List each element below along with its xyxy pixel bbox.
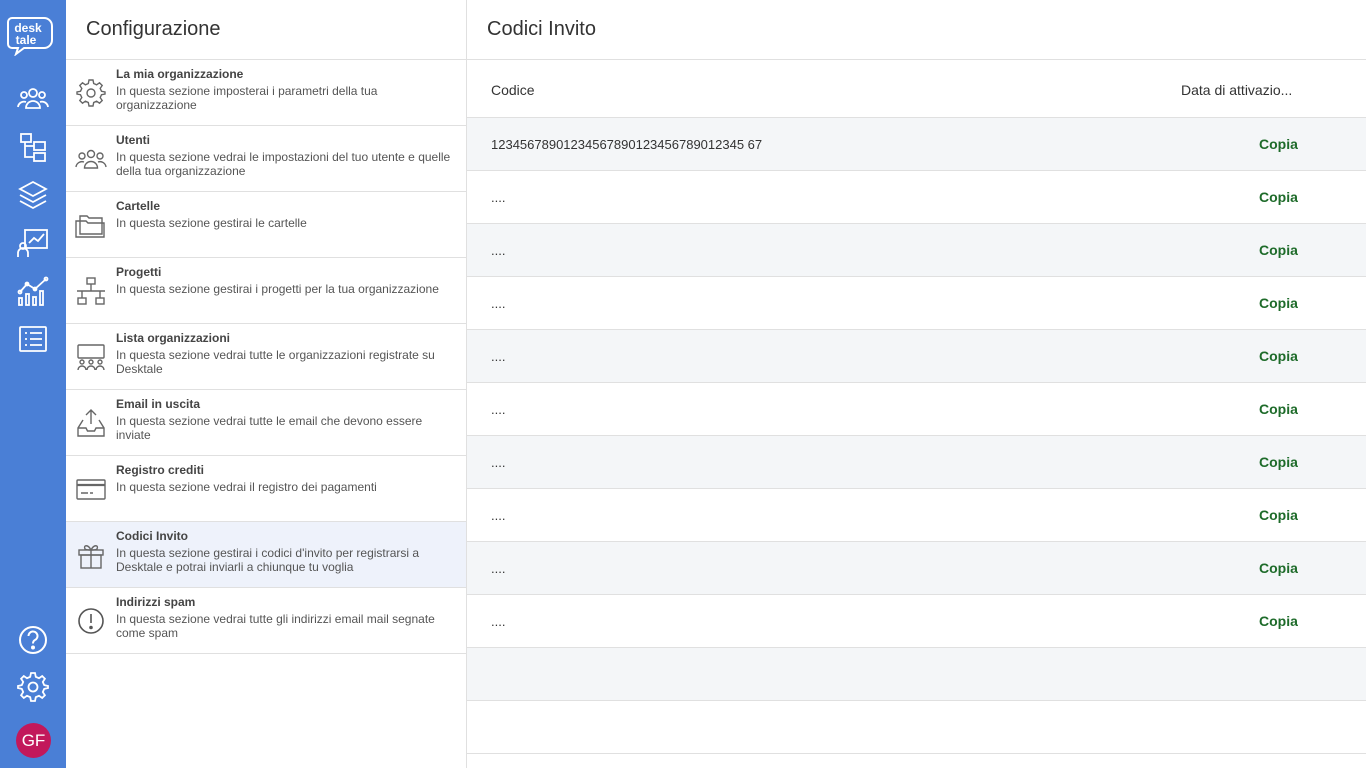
table-row: .... Copia: [467, 277, 1366, 330]
hierarchy-icon: [75, 275, 107, 307]
invite-code: ....: [491, 455, 506, 470]
column-header-code[interactable]: Codice: [491, 82, 535, 98]
page-title: Codici Invito: [467, 0, 1366, 60]
cfg-desc: In questa sezione vedrai tutte gli indir…: [116, 612, 435, 640]
folder-tree-icon: [20, 133, 46, 162]
copy-button[interactable]: Copia: [1259, 242, 1298, 258]
list-icon: [19, 326, 47, 352]
cfg-item-credit-register[interactable]: Registro crediti In questa sezione vedra…: [66, 456, 466, 522]
copy-button[interactable]: Copia: [1259, 613, 1298, 629]
cfg-item-folders[interactable]: Cartelle In questa sezione gestirai le c…: [66, 192, 466, 258]
cfg-item-projects[interactable]: Progetti In questa sezione gestirai i pr…: [66, 258, 466, 324]
alert-circle-icon: [75, 605, 107, 637]
cfg-title: Registro crediti: [116, 463, 205, 477]
invite-code: ....: [491, 508, 506, 523]
settings-button[interactable]: [15, 669, 51, 705]
panel-title: Configurazione: [66, 0, 466, 60]
copy-button[interactable]: Copia: [1259, 136, 1298, 152]
cfg-title: Cartelle: [116, 199, 161, 213]
cfg-desc: In questa sezione vedrai tutte le organi…: [116, 348, 435, 376]
cfg-title: Lista organizzazioni: [116, 331, 231, 345]
organizations-icon: [75, 341, 107, 373]
users-icon: [17, 88, 49, 109]
cfg-item-spam-addresses[interactable]: Indirizzi spam In questa sezione vedrai …: [66, 588, 466, 654]
cfg-desc: In questa sezione gestirai le cartelle: [116, 216, 307, 230]
user-avatar[interactable]: GF: [16, 723, 51, 758]
cfg-desc: In questa sezione imposterai i parametri…: [116, 84, 378, 112]
copy-button[interactable]: Copia: [1259, 454, 1298, 470]
invite-code: ....: [491, 296, 506, 311]
table-header: Codice Data di attivazio...: [467, 60, 1366, 118]
cfg-title: Progetti: [116, 265, 162, 279]
copy-button[interactable]: Copia: [1259, 295, 1298, 311]
table-row: .... Copia: [467, 542, 1366, 595]
gear-icon: [75, 77, 107, 109]
cfg-title: Utenti: [116, 133, 150, 147]
table-row: .... Copia: [467, 171, 1366, 224]
nav-list[interactable]: [15, 321, 51, 357]
cfg-title: Codici Invito: [116, 529, 188, 543]
nav-analytics[interactable]: [15, 273, 51, 309]
invite-code: ....: [491, 561, 506, 576]
table-row: .... Copia: [467, 489, 1366, 542]
layers-icon: [18, 180, 48, 210]
cfg-title: Indirizzi spam: [116, 595, 196, 609]
table-row: .... Copia: [467, 436, 1366, 489]
invite-code: ....: [491, 614, 506, 629]
table-row: .... Copia: [467, 224, 1366, 277]
cfg-item-organizations-list[interactable]: Lista organizzazioni In questa sezione v…: [66, 324, 466, 390]
table-row: .... Copia: [467, 383, 1366, 436]
column-header-activation-date[interactable]: Data di attivazio...: [1181, 82, 1292, 98]
help-button[interactable]: [15, 622, 51, 658]
cfg-item-users[interactable]: Utenti In questa sezione vedrai le impos…: [66, 126, 466, 192]
invite-code: ....: [491, 243, 506, 258]
cfg-desc: In questa sezione vedrai tutte le email …: [116, 414, 423, 442]
table-row: .... Copia: [467, 595, 1366, 648]
nav-layers[interactable]: [15, 177, 51, 213]
invite-code: ....: [491, 402, 506, 417]
help-icon: [19, 626, 47, 654]
outbox-icon: [75, 407, 107, 439]
cfg-item-invite-codes[interactable]: Codici Invito In questa sezione gestirai…: [66, 522, 466, 588]
cfg-item-organization[interactable]: La mia organizzazione In questa sezione …: [66, 60, 466, 126]
presentation-chart-icon: [17, 229, 48, 257]
cfg-item-outgoing-email[interactable]: Email in uscita In questa sezione vedrai…: [66, 390, 466, 456]
cfg-title: La mia organizzazione: [116, 67, 244, 81]
cfg-title: Email in uscita: [116, 397, 201, 411]
desktale-logo[interactable]: desk tale: [6, 14, 56, 57]
copy-button[interactable]: Copia: [1259, 189, 1298, 205]
nav-users[interactable]: [15, 81, 51, 117]
copy-button[interactable]: Copia: [1259, 401, 1298, 417]
invite-code: ....: [491, 349, 506, 364]
gift-icon: [75, 539, 107, 571]
copy-button[interactable]: Copia: [1259, 348, 1298, 364]
credit-card-icon: [75, 473, 107, 505]
copy-button[interactable]: Copia: [1259, 560, 1298, 576]
main-content: Codici Invito Codice Data di attivazio..…: [467, 0, 1366, 768]
logo-text-tale: tale: [16, 33, 37, 47]
cfg-desc: In questa sezione vedrai il registro dei…: [116, 480, 377, 494]
cfg-desc: In questa sezione gestirai i codici d'in…: [116, 546, 420, 574]
app-rail: desk tale GF: [0, 0, 66, 768]
table-row-empty: [467, 648, 1366, 701]
copy-button[interactable]: Copia: [1259, 507, 1298, 523]
cfg-desc: In questa sezione vedrai le impostazioni…: [116, 150, 451, 178]
cfg-desc: In questa sezione gestirai i progetti pe…: [116, 282, 439, 296]
folder-icon: [75, 209, 107, 241]
users-icon: [75, 143, 107, 175]
invite-code: 12345678901234567890123456789012345 67: [491, 137, 763, 152]
invite-code: ....: [491, 190, 506, 205]
table-row: .... Copia: [467, 330, 1366, 383]
nav-presentation[interactable]: [15, 225, 51, 261]
config-panel: Configurazione La mia organizzazione In …: [66, 0, 467, 768]
table-row: 12345678901234567890123456789012345 67 C…: [467, 118, 1366, 171]
settings-icon: [17, 672, 49, 702]
nav-folders[interactable]: [15, 129, 51, 165]
analytics-chart-icon: [17, 276, 49, 306]
table-row-empty: [467, 701, 1366, 754]
